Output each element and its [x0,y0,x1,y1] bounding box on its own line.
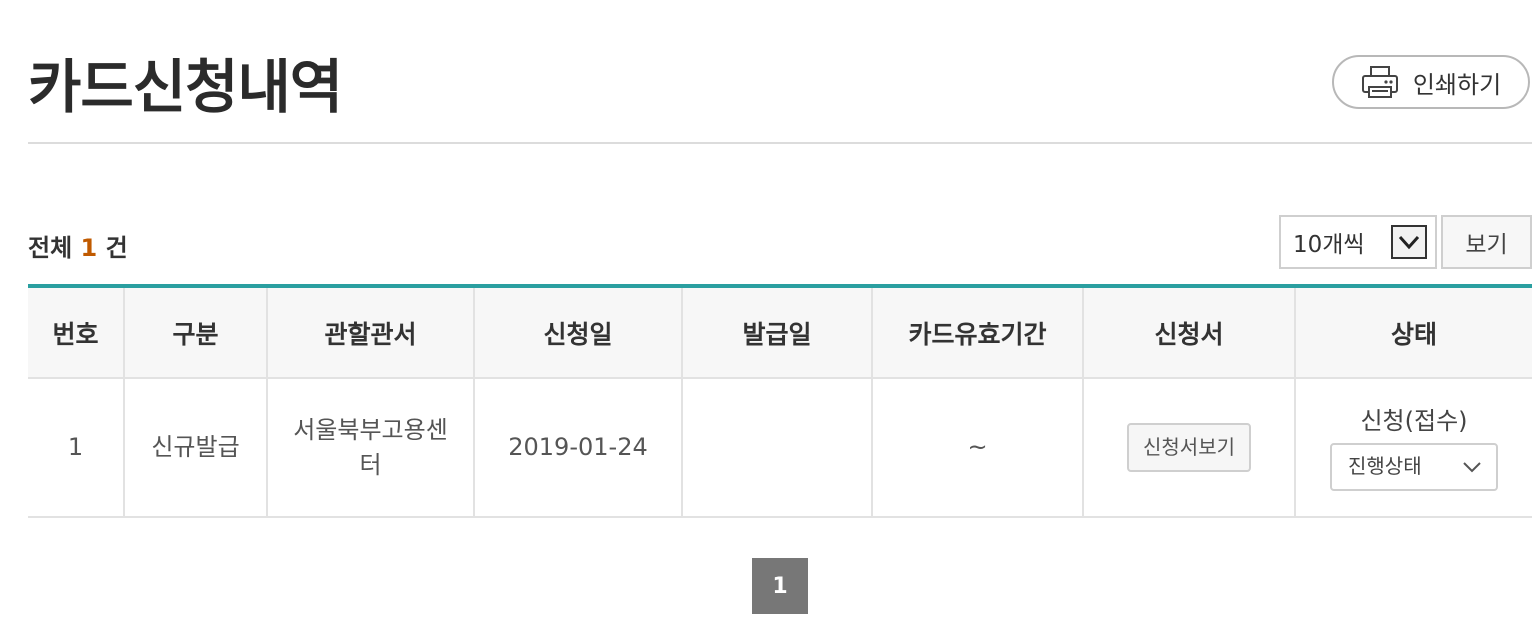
cell-type: 신규발급 [123,378,267,518]
col-validity: 카드유효기간 [871,286,1083,379]
total-count-value: 1 [80,234,98,262]
col-type: 구분 [123,286,267,379]
print-button[interactable]: 인쇄하기 [1332,55,1530,109]
page-button-current[interactable]: 1 [752,558,808,614]
cell-status: 신청(접수) 진행상태 [1294,378,1532,518]
table-row: 1 신규발급 서울북부고용센 터 2019-01-24 ~ 신청서보기 신청(접… [28,378,1532,518]
page-size-value: 10개씩 [1293,232,1365,258]
cell-apply-date: 2019-01-24 [473,378,682,518]
total-prefix: 전체 [28,234,73,262]
cell-application: 신청서보기 [1082,378,1295,518]
page-size-select[interactable]: 10개씩 [1279,215,1437,269]
printer-icon [1361,65,1399,99]
page-title: 카드신청내역 [28,53,343,121]
col-application: 신청서 [1082,286,1295,379]
col-apply-date: 신청일 [473,286,682,379]
table-header-row: 번호 구분 관할관서 신청일 발급일 카드유효기간 신청서 상태 [28,286,1532,379]
total-count: 전체 1 건 [28,228,128,263]
cell-validity: ~ [871,378,1083,518]
status-text: 신청(접수) [1360,407,1468,436]
cell-issue-date [681,378,872,518]
view-application-button[interactable]: 신청서보기 [1127,423,1251,472]
col-office: 관할관서 [266,286,474,379]
cell-number: 1 [28,378,124,518]
col-number: 번호 [28,286,124,379]
progress-status-value: 진행상태 [1348,454,1422,479]
cell-office: 서울북부고용센 터 [266,378,474,518]
card-application-table: 번호 구분 관할관서 신청일 발급일 카드유효기간 신청서 상태 1 신규발급 … [28,284,1532,518]
progress-status-select[interactable]: 진행상태 [1330,442,1498,491]
col-issue-date: 발급일 [681,286,872,379]
total-suffix: 건 [105,234,128,262]
view-button[interactable]: 보기 [1441,215,1532,269]
col-status: 상태 [1294,286,1532,379]
print-button-label: 인쇄하기 [1412,70,1502,99]
office-line-2: 터 [359,450,382,479]
chevron-down-icon [1462,452,1482,481]
office-line-1: 서울북부고용센 [293,415,448,444]
chevron-down-icon[interactable] [1391,225,1427,259]
title-divider [28,142,1532,144]
